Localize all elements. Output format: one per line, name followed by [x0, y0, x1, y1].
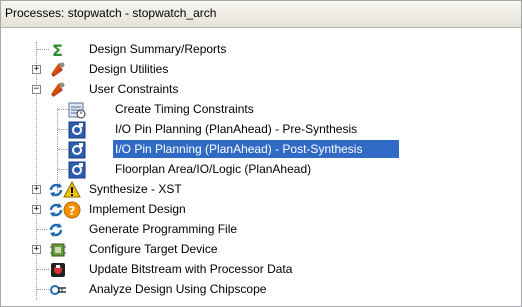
tree-connector-line — [37, 49, 49, 50]
process-item-analyze-chipscope[interactable]: Analyze Design Using Chipscope — [1, 280, 521, 300]
process-item-update-bitstream[interactable]: Update Bitstream with Processor Data — [1, 260, 521, 280]
tree-connector-line — [37, 229, 47, 230]
bitstream-icon — [49, 261, 67, 279]
process-item-label: Implement Design — [89, 202, 186, 216]
svg-text:Σ: Σ — [52, 41, 63, 59]
process-item-label: User Constraints — [89, 82, 179, 96]
sigma-icon: Σ — [49, 41, 67, 59]
process-item-label: Synthesize - XST — [89, 182, 182, 196]
process-item-create-timing-constraints[interactable]: Create Timing Constraints — [1, 100, 521, 120]
expand-icon[interactable]: + — [32, 65, 41, 74]
tools-icon — [49, 81, 67, 99]
process-item-io-pin-planning-pre[interactable]: I/O Pin Planning (PlanAhead) - Pre-Synth… — [1, 120, 521, 140]
planahead-icon — [68, 161, 86, 179]
process-item-io-pin-planning-post[interactable]: I/O Pin Planning (PlanAhead) - Post-Synt… — [1, 140, 521, 160]
planahead-icon — [68, 141, 86, 159]
process-item-label: Update Bitstream with Processor Data — [89, 262, 293, 276]
planahead-icon — [68, 121, 86, 139]
process-item-label: Design Summary/Reports — [89, 42, 227, 56]
question-status-icon: ? — [63, 201, 81, 219]
process-item-implement-design[interactable]: + ? Implement Design — [1, 200, 521, 220]
collapse-icon[interactable]: − — [32, 85, 41, 94]
tree-connector-line — [58, 169, 68, 170]
process-item-label: I/O Pin Planning (PlanAhead) - Pre-Synth… — [115, 122, 358, 136]
process-item-label: Design Utilities — [89, 62, 169, 76]
expand-icon[interactable]: + — [32, 245, 41, 254]
processes-panel: Processes: stopwatch - stopwatch_arch Σ … — [0, 0, 522, 307]
process-item-user-constraints[interactable]: − User Constraints — [1, 80, 521, 100]
device-icon — [49, 241, 67, 259]
process-item-configure-target-device[interactable]: + Configure Target Device — [1, 240, 521, 260]
process-item-label: Analyze Design Using Chipscope — [89, 282, 267, 296]
process-item-label: I/O Pin Planning (PlanAhead) - Post-Synt… — [113, 140, 399, 158]
expand-icon[interactable]: + — [32, 185, 41, 194]
expand-icon[interactable]: + — [32, 205, 41, 214]
svg-text:?: ? — [69, 204, 76, 218]
process-item-floorplan-area[interactable]: Floorplan Area/IO/Logic (PlanAhead) — [1, 160, 521, 180]
tree-connector-line — [37, 269, 49, 270]
run-icon — [47, 221, 65, 239]
process-item-generate-programming-file[interactable]: Generate Programming File — [1, 220, 521, 240]
tree-connector-line — [37, 289, 49, 290]
timing-constraints-icon — [68, 101, 86, 119]
tools-icon — [49, 61, 67, 79]
chipscope-icon — [49, 281, 67, 299]
process-item-label: Generate Programming File — [89, 222, 238, 236]
tree-connector-line — [58, 149, 68, 150]
process-item-label: Configure Target Device — [89, 242, 218, 256]
tree-connector-line — [58, 109, 68, 110]
warning-status-icon — [63, 181, 81, 199]
panel-title: Processes: stopwatch - stopwatch_arch — [1, 1, 521, 28]
process-item-label: Floorplan Area/IO/Logic (PlanAhead) — [115, 162, 312, 176]
process-item-label: Create Timing Constraints — [115, 102, 254, 116]
process-item-design-summary[interactable]: Σ Design Summary/Reports — [1, 40, 521, 60]
process-item-design-utilities[interactable]: + Design Utilities — [1, 60, 521, 80]
process-item-synthesize-xst[interactable]: + Synthesize - XST — [1, 180, 521, 200]
tree-connector-line — [58, 129, 68, 130]
